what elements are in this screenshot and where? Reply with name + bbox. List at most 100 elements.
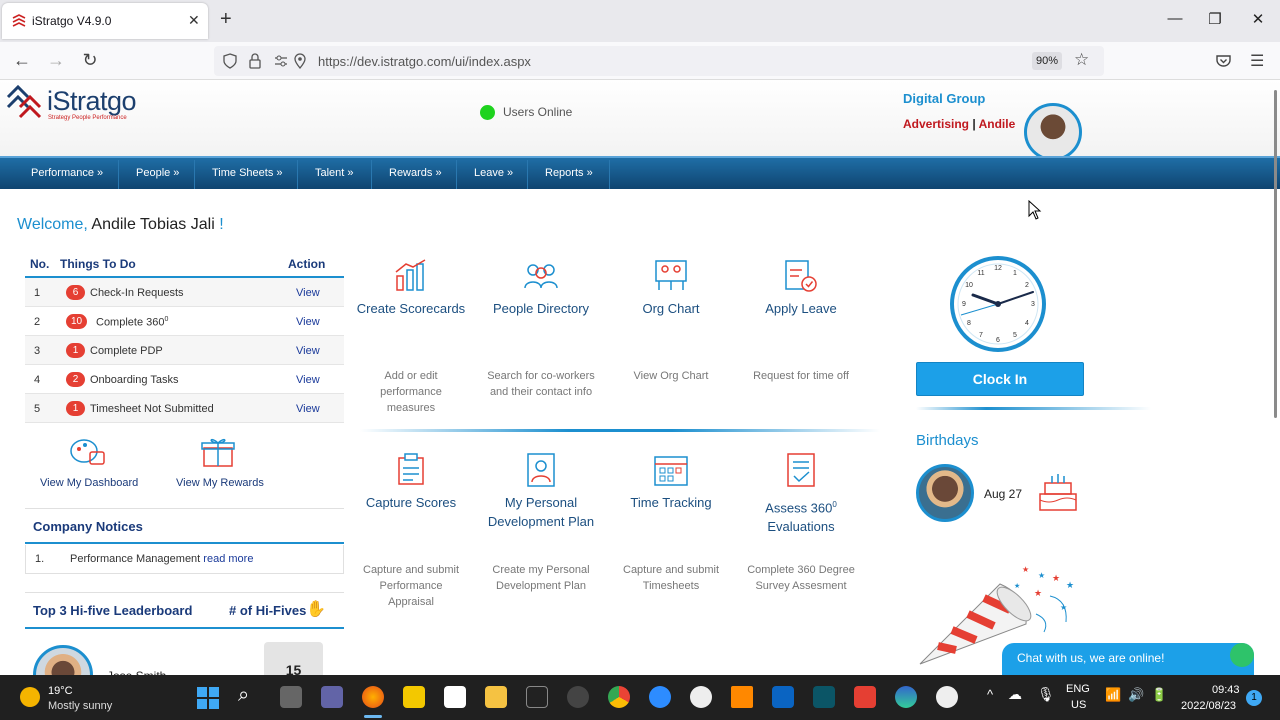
media-player-icon[interactable] [567, 686, 589, 708]
vlc-icon[interactable] [731, 686, 753, 708]
app-icon[interactable] [813, 686, 835, 708]
tile-people-directory[interactable]: People Directory [476, 299, 606, 318]
microsoft-store-icon[interactable] [403, 686, 425, 708]
view-my-rewards-link[interactable]: View My Rewards [176, 477, 264, 489]
istratgo-favicon-icon [12, 14, 26, 27]
menu-reports[interactable]: Reports » [545, 167, 593, 179]
new-tab-icon[interactable]: + [220, 8, 232, 31]
pocket-icon[interactable] [1216, 54, 1231, 68]
menu-people[interactable]: People » [136, 167, 179, 179]
tile-assess-360-evaluations[interactable]: Assess 3600 Evaluations [736, 495, 866, 536]
view-my-dashboard-link[interactable]: View My Dashboard [40, 477, 138, 489]
dashboard-icon[interactable] [70, 437, 106, 467]
capture-scores-icon[interactable] [393, 452, 429, 488]
weather-temp[interactable]: 19°C [48, 685, 73, 697]
chat-widget-button[interactable]: Chat with us, we are online! [1002, 643, 1254, 675]
task-label: Complete PDP [90, 345, 163, 357]
hi-fives-column: # of Hi-Fives [229, 603, 307, 618]
wifi-icon[interactable]: 📶 [1105, 687, 1121, 703]
amazon-icon[interactable] [444, 686, 466, 708]
weather-desc[interactable]: Mostly sunny [48, 700, 112, 712]
task-view-icon[interactable] [280, 686, 302, 708]
permissions-icon[interactable] [274, 54, 288, 68]
menu-time-sheets[interactable]: Time Sheets » [212, 167, 283, 179]
forward-icon[interactable]: → [45, 50, 67, 71]
view-link[interactable]: View [296, 345, 320, 357]
shield-icon[interactable] [223, 53, 237, 69]
menu-performance[interactable]: Performance » [31, 167, 103, 179]
people-directory-icon[interactable] [521, 258, 561, 294]
page-scrollbar[interactable] [1274, 90, 1277, 418]
user-first-name[interactable]: Andile [979, 117, 1016, 131]
clock-in-button[interactable]: Clock In [916, 362, 1084, 396]
edge-icon[interactable] [895, 686, 917, 708]
minimize-icon[interactable]: — [1160, 10, 1190, 27]
teams-chat-icon[interactable] [321, 686, 343, 708]
read-more-link[interactable]: read more [203, 553, 253, 565]
col-action: Action [288, 257, 326, 271]
onedrive-cloud-icon[interactable]: ☁ [1008, 686, 1022, 703]
reload-icon[interactable]: ↻ [79, 50, 101, 71]
menu-rewards[interactable]: Rewards » [389, 167, 442, 179]
mail-icon[interactable] [772, 686, 794, 708]
battery-icon[interactable]: 🔋 [1151, 687, 1167, 703]
view-link[interactable]: View [296, 403, 320, 415]
browser-tab[interactable]: iStratgo V4.9.0 ✕ [2, 3, 208, 39]
weather-sun-icon[interactable] [20, 687, 40, 707]
user-avatar[interactable] [1024, 103, 1082, 161]
app-icon[interactable] [526, 686, 548, 708]
language-code[interactable]: ENG [1066, 683, 1090, 695]
chrome-icon[interactable] [608, 686, 630, 708]
app-icon[interactable] [936, 686, 958, 708]
count-badge: 1 [66, 343, 85, 358]
windows-start-icon[interactable] [197, 687, 219, 709]
language-region[interactable]: US [1071, 699, 1086, 711]
tile-personal-development-plan[interactable]: My Personal Development Plan [476, 493, 606, 531]
istratgo-logo-icon[interactable] [6, 85, 44, 121]
view-link[interactable]: View [296, 374, 320, 386]
clock-time[interactable]: 09:43 [1212, 684, 1240, 696]
lock-icon[interactable] [249, 53, 261, 69]
hamburger-menu-icon[interactable]: ☰ [1250, 51, 1264, 71]
notification-badge[interactable]: 1 [1246, 690, 1262, 706]
view-link[interactable]: View [296, 316, 320, 328]
menu-talent[interactable]: Talent » [315, 167, 354, 179]
apply-leave-icon[interactable] [783, 258, 819, 294]
address-bar[interactable]: https://dev.istratgo.com/ui/index.aspx 9… [214, 46, 1104, 76]
volume-icon[interactable]: 🔊 [1128, 687, 1144, 703]
snipping-tool-icon[interactable] [854, 686, 876, 708]
tile-capture-scores[interactable]: Capture Scores [346, 493, 476, 512]
microphone-icon[interactable]: 🎙 [1037, 686, 1055, 703]
restore-icon[interactable]: ❐ [1200, 10, 1230, 28]
development-plan-icon[interactable] [523, 452, 559, 488]
logo-text[interactable]: iStratgo [47, 86, 137, 117]
back-icon[interactable]: ← [11, 50, 33, 71]
tile-create-scorecards[interactable]: Create Scorecards [346, 299, 476, 318]
tile-time-tracking[interactable]: Time Tracking [606, 493, 736, 512]
search-icon[interactable]: ⌕ [238, 684, 249, 707]
clock-date[interactable]: 2022/08/23 [1181, 700, 1236, 712]
location-icon[interactable] [294, 53, 306, 69]
task-label: Complete 3600 [96, 316, 168, 329]
rewards-gift-icon[interactable] [201, 434, 235, 468]
file-explorer-icon[interactable] [485, 686, 507, 708]
firefox-icon[interactable] [362, 686, 384, 708]
zoom-level[interactable]: 90% [1032, 52, 1062, 70]
tile-org-chart[interactable]: Org Chart [606, 299, 736, 318]
view-link[interactable]: View [296, 287, 320, 299]
close-window-icon[interactable]: ✕ [1243, 10, 1273, 28]
menu-leave[interactable]: Leave » [474, 167, 513, 179]
birthday-avatar[interactable] [916, 464, 974, 522]
time-tracking-calendar-icon[interactable] [653, 452, 689, 488]
assess-360-icon[interactable] [783, 452, 819, 488]
close-tab-icon[interactable]: ✕ [188, 12, 200, 29]
task-label: Onboarding Tasks [90, 374, 179, 386]
org-chart-icon[interactable] [653, 258, 689, 294]
scorecard-chart-icon[interactable] [393, 258, 429, 294]
users-online-label[interactable]: Users Online [503, 105, 572, 119]
zoom-icon[interactable] [649, 686, 671, 708]
app-icon[interactable] [690, 686, 712, 708]
bookmark-star-icon[interactable]: ☆ [1074, 50, 1089, 70]
tile-apply-leave[interactable]: Apply Leave [736, 299, 866, 318]
tray-chevron-icon[interactable]: ^ [987, 687, 993, 702]
